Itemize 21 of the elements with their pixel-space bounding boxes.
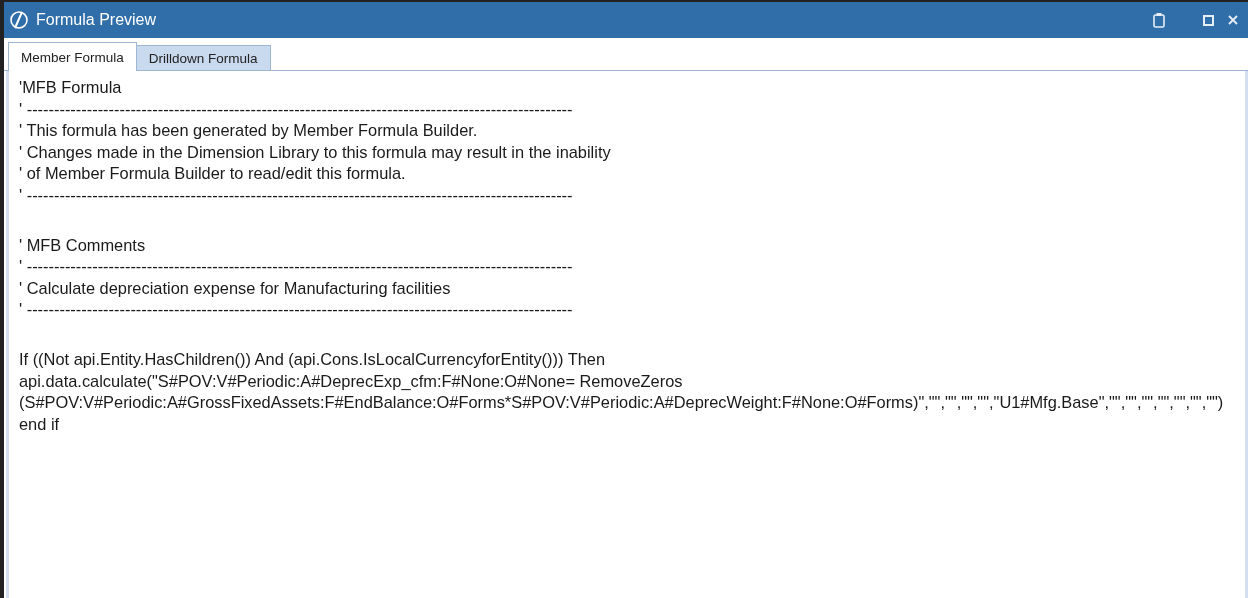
window-title: Formula Preview [36,11,158,29]
code-line: ' ---------------------------------------------------------------------------------------------------- [19,299,574,321]
code-line: (S#POV:V#Periodic:A#GrossFixedAssets:F#EndBalance:O#Forms*S#POV:V#Periodic:A#DeprecWeight:F#None:O#Forms)","","","","","U1#Mfg.Base","","","","","","","") [19,392,1225,414]
code-line: 'MFB Formula [19,77,123,98]
maximize-icon[interactable] [1203,14,1214,26]
code-line: api.data.calculate("S#POV:V#Periodic:A#DeprecExp_cfm:F#None:O#None= RemoveZeros [19,370,684,392]
code-line: ' of Member Formula Builder to read/edit this formula. [19,163,407,185]
close-icon[interactable] [1228,15,1238,25]
code-line: ' ---------------------------------------------------------------------------------------------------- [19,98,574,120]
code-line: ' Changes made in the Dimension Library to this formula may result in the inability [19,141,612,163]
code-line: ' This formula has been generated by Member Formula Builder. [19,120,479,142]
logo-icon [8,9,30,31]
tab[interactable]: Drilldown Formula [135,45,271,70]
code-line: ' ---------------------------------------------------------------------------------------------------- [19,256,574,278]
code-line: ' ---------------------------------------------------------------------------------------------------- [19,184,574,206]
code-line: ' Calculate depreciation expense for Manufacturing facilities [19,277,452,299]
tab[interactable]: Member Formula [8,42,137,71]
code-line: ' MFB Comments [19,234,147,256]
code-line: end if [19,413,61,435]
code-line: If ((Not api.Entity.HasChildren()) And (api.Cons.IsLocalCurrencyforEntity())) Then [19,348,607,370]
clipboard-icon[interactable] [1153,12,1165,28]
